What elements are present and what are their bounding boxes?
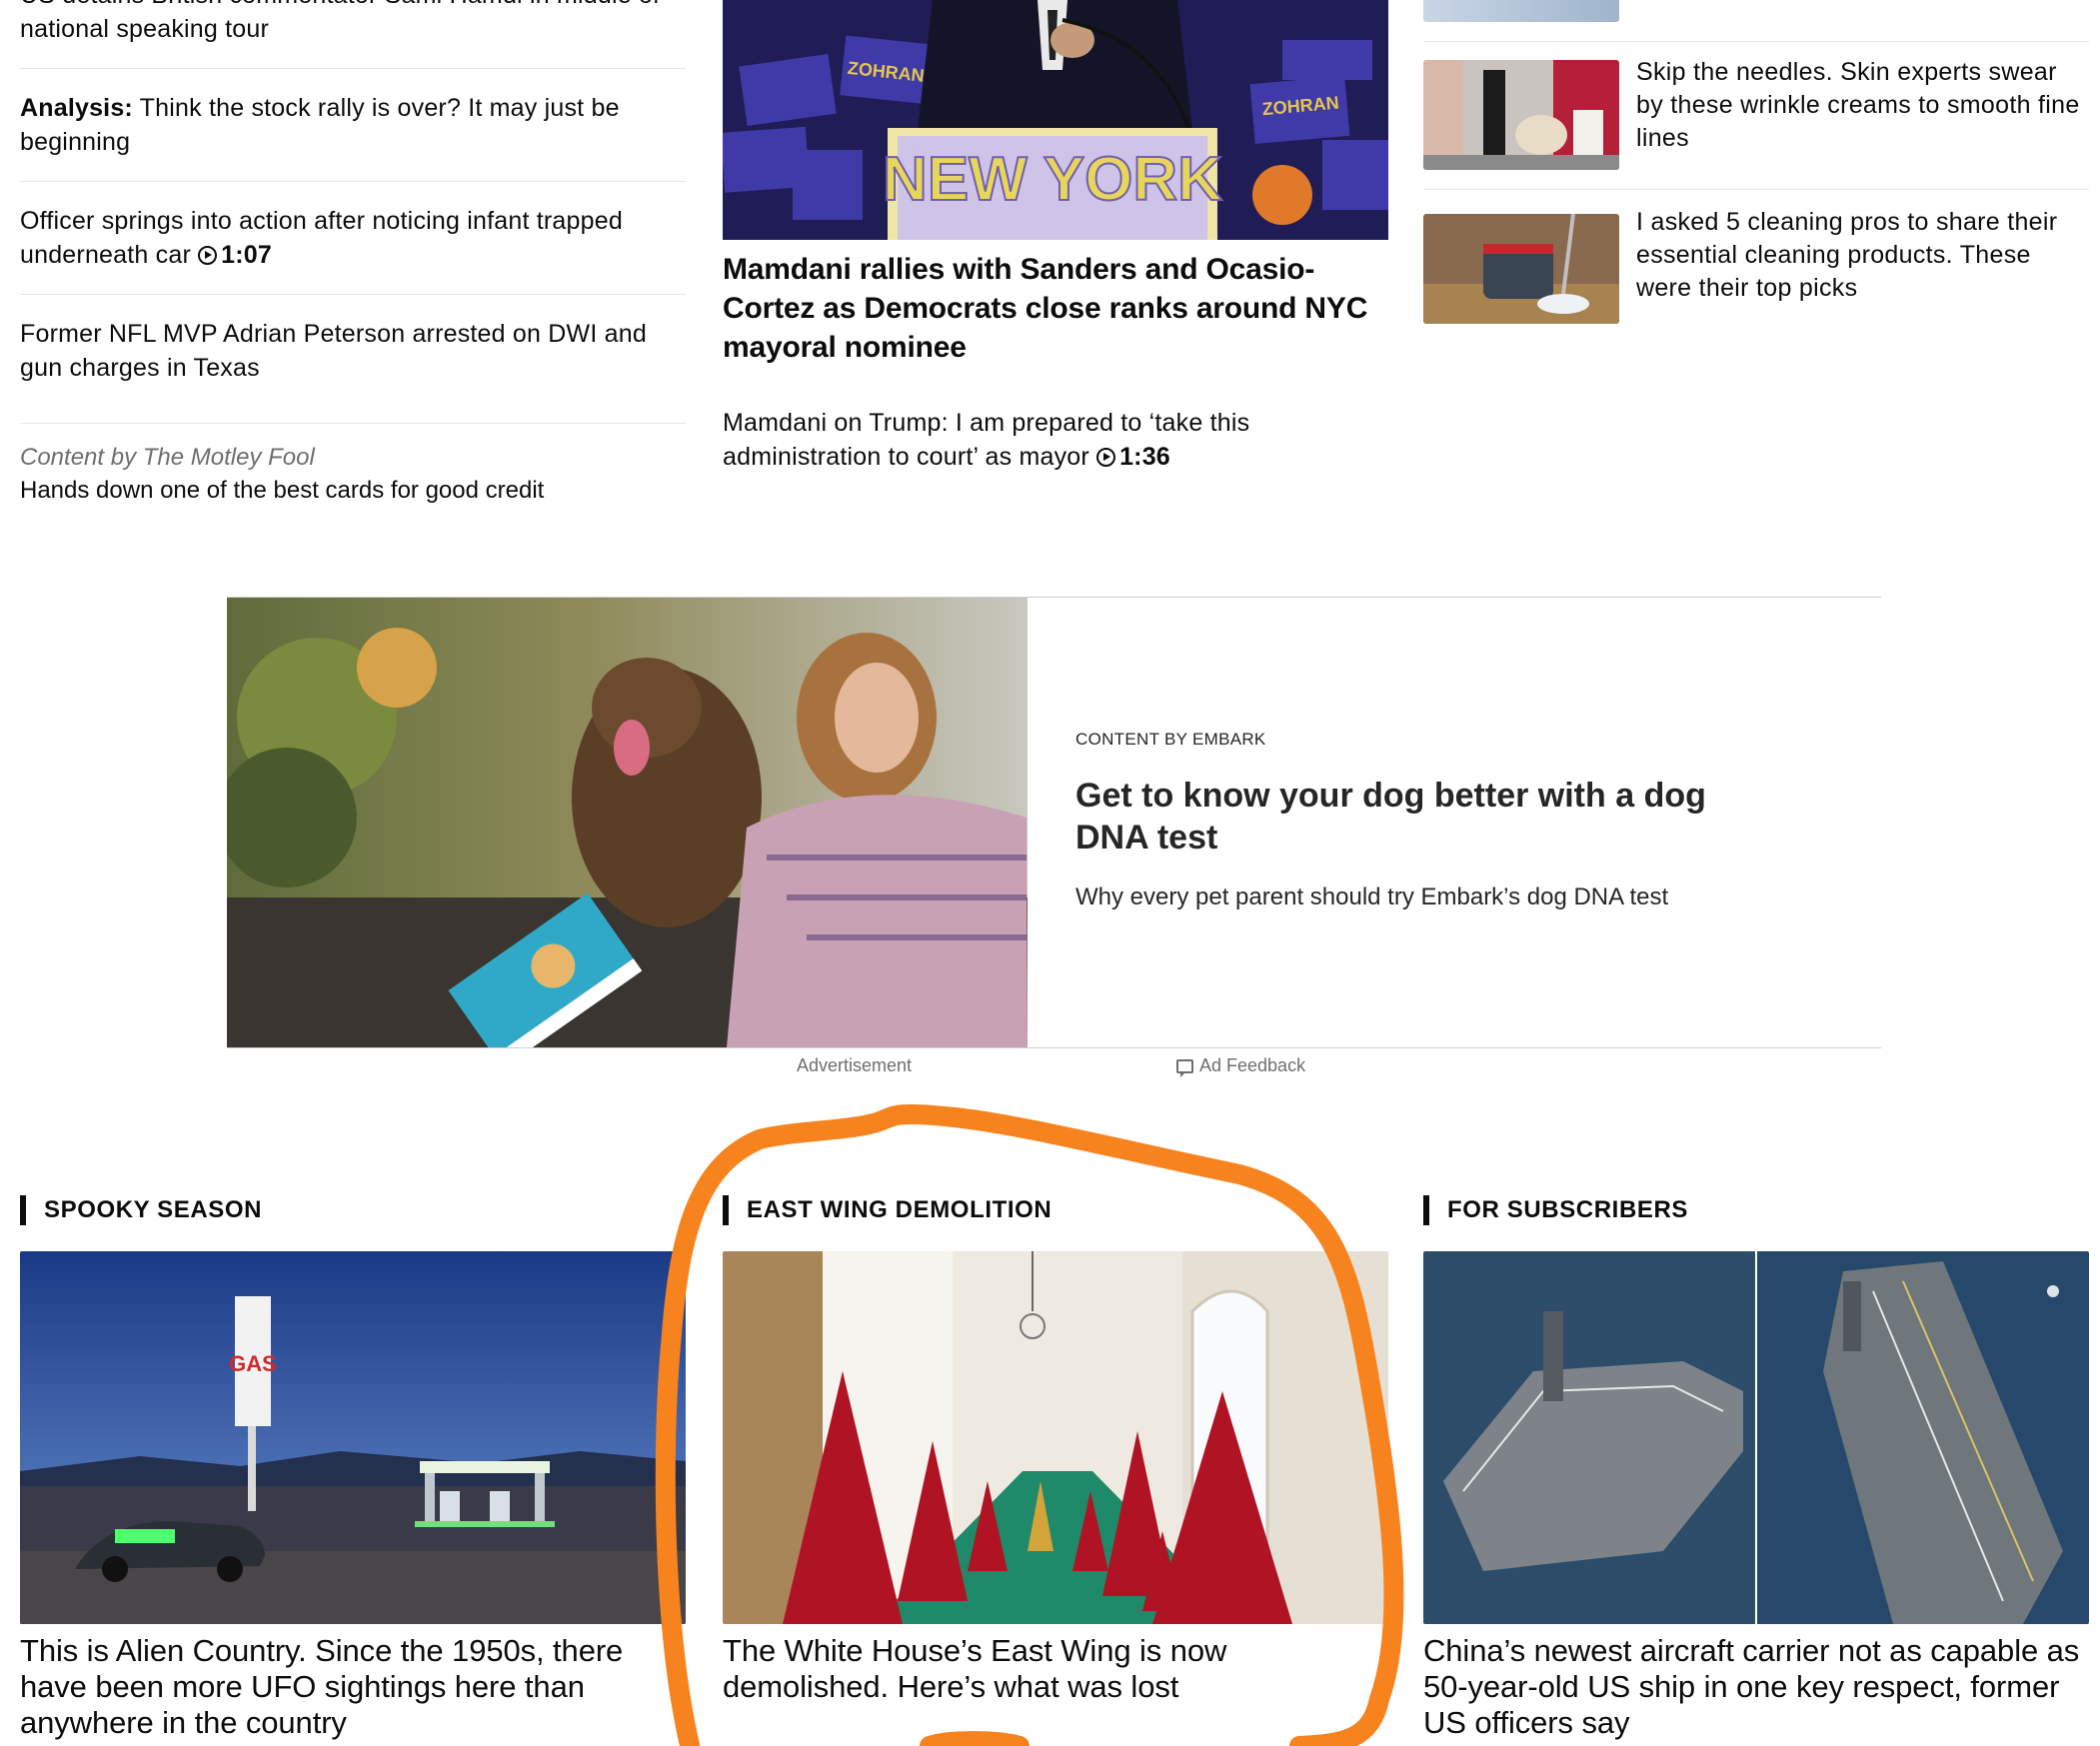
wrinkle-cream-art — [1423, 60, 1619, 170]
card-title[interactable]: China’s newest aircraft carrier not as c… — [1423, 1633, 2089, 1741]
card-spooky-season[interactable]: SPOOKY SEASON GAS This is Alien Country.… — [20, 1195, 686, 1740]
sponsored-item[interactable]: Content by The Motley Fool Hands down on… — [20, 424, 686, 508]
thumbnail[interactable] — [1423, 0, 1619, 22]
sub-headline[interactable]: Mamdani on Trump: I am prepared to ‘take… — [723, 406, 1388, 474]
aircraft-carriers-art — [1423, 1251, 2089, 1624]
gas-sign-text: GAS — [229, 1351, 277, 1376]
ad-feedback-label[interactable]: Ad Feedback — [1199, 1055, 1305, 1076]
ad-title[interactable]: Get to know your dog better with a dog D… — [1075, 775, 1775, 859]
sub-headline-text[interactable]: Mamdani on Trump: I am prepared to ‘take… — [723, 409, 1249, 471]
east-wing-photo[interactable] — [723, 1251, 1388, 1624]
wrinkle-cream-thumbnail[interactable] — [1423, 60, 1619, 170]
section-label-text[interactable]: SPOOKY SEASON — [44, 1196, 262, 1224]
rally-photo[interactable]: ZOHRAN ZOHRAN NEW YORK — [723, 0, 1388, 240]
ad-feedback-link[interactable]: Ad Feedback — [1176, 1055, 1305, 1077]
rally-photo-art: ZOHRAN ZOHRAN NEW YORK — [723, 0, 1388, 240]
cleaning-products-thumbnail[interactable] — [1423, 214, 1619, 324]
ad-description[interactable]: Why every pet parent should try Embark’s… — [1075, 881, 1775, 913]
advertisement-label: Advertisement — [797, 1055, 913, 1075]
sponsor-label: Content by The Motley Fool — [20, 444, 315, 471]
section-label[interactable]: SPOOKY SEASON — [20, 1195, 686, 1225]
card-title[interactable]: This is Alien Country. Since the 1950s, … — [20, 1633, 686, 1741]
aircraft-carriers-photo[interactable] — [1423, 1251, 2089, 1624]
divider — [1423, 41, 2089, 42]
headline-text[interactable]: Officer springs into action after notici… — [20, 207, 623, 269]
left-headline-list: US detains British commentator Sami Hamd… — [20, 0, 686, 508]
sponsor-headline[interactable]: Hands down one of the best cards for goo… — [20, 474, 686, 508]
section-label-text[interactable]: FOR SUBSCRIBERS — [1447, 1196, 1688, 1224]
video-duration: 1:07 — [221, 241, 272, 269]
play-icon — [1096, 448, 1116, 467]
section-label-text[interactable]: EAST WING DEMOLITION — [747, 1196, 1051, 1224]
headline-prefix: Analysis: — [20, 94, 133, 122]
headline-text[interactable]: Skip the needles. Skin experts swear by … — [1636, 56, 2086, 155]
headline-text[interactable]: US detains British commentator Sami Hamd… — [20, 0, 660, 43]
divider — [1423, 189, 2089, 190]
gas-station-art: GAS — [20, 1251, 686, 1624]
card-for-subscribers[interactable]: FOR SUBSCRIBERS China’s newest aircraft … — [1423, 1195, 2089, 1740]
advertisement[interactable]: CONTENT BY EMBARK Get to know your dog b… — [227, 597, 1881, 1048]
feedback-icon — [1176, 1058, 1193, 1077]
headline-text[interactable]: Former NFL MVP Adrian Peterson arrested … — [20, 320, 647, 382]
cleaning-products-art — [1423, 214, 1619, 324]
section-label[interactable]: FOR SUBSCRIBERS — [1423, 1195, 2089, 1225]
video-duration: 1:36 — [1119, 443, 1170, 471]
red-trees-hallway-art — [723, 1251, 1388, 1624]
ad-kicker: CONTENT BY EMBARK — [1075, 730, 1266, 749]
card-east-wing-demolition[interactable]: EAST WING DEMOLITION The White House’s E… — [723, 1195, 1388, 1704]
list-item[interactable]: Officer springs into action after notici… — [20, 182, 686, 295]
podium-sign-text: NEW YORK — [883, 145, 1222, 214]
play-icon — [198, 246, 218, 265]
alien-country-photo[interactable]: GAS — [20, 1251, 686, 1624]
label-bar — [20, 1195, 26, 1225]
card-title[interactable]: The White House’s East Wing is now demol… — [723, 1633, 1388, 1705]
label-bar — [723, 1195, 729, 1225]
ad-dog-art — [227, 598, 1028, 1047]
section-label[interactable]: EAST WING DEMOLITION — [723, 1195, 1388, 1225]
headline-text[interactable]: I asked 5 cleaning pros to share their e… — [1636, 206, 2086, 305]
main-headline[interactable]: Mamdani rallies with Sanders and Ocasio-… — [723, 250, 1388, 367]
ad-image[interactable] — [227, 598, 1028, 1047]
label-bar — [1423, 1195, 1429, 1225]
list-item[interactable]: US detains British commentator Sami Hamd… — [20, 0, 686, 69]
list-item[interactable]: Former NFL MVP Adrian Peterson arrested … — [20, 295, 686, 424]
list-item[interactable]: Analysis: Think the stock rally is over?… — [20, 69, 686, 182]
